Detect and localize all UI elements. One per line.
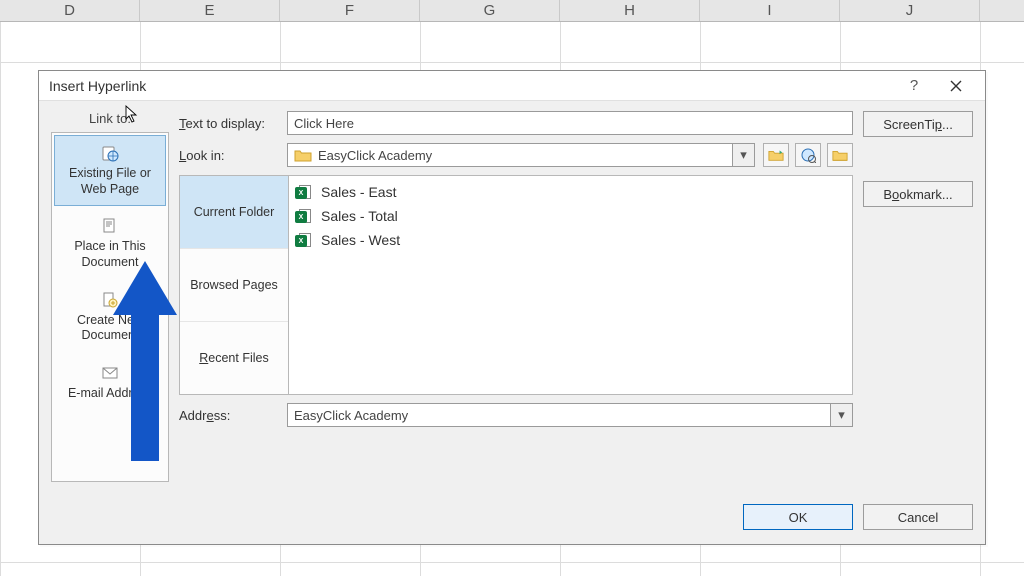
folder-icon — [294, 148, 312, 162]
linkto-existing-file-or-web-page[interactable]: Existing File or Web Page — [54, 135, 166, 206]
linkto-email-address[interactable]: E-mail Address — [54, 355, 166, 411]
chevron-down-icon[interactable]: ▾ — [732, 144, 754, 166]
tab-browsed-pages[interactable]: Browsed Pages — [180, 249, 288, 322]
column-header[interactable]: J — [840, 0, 980, 21]
excel-file-icon: X — [295, 207, 313, 225]
link-to-list: Existing File or Web Page Place in This … — [51, 132, 169, 482]
column-header[interactable]: D — [0, 0, 140, 21]
column-header-row: D E F G H I J — [0, 0, 1024, 22]
linkto-label: E-mail Address — [68, 386, 152, 402]
browse-web-button[interactable] — [795, 143, 821, 167]
excel-file-icon: X — [295, 183, 313, 201]
column-header[interactable]: I — [700, 0, 840, 21]
address-label: Address: — [179, 408, 279, 423]
screentip-button[interactable]: ScreenTip... — [863, 111, 973, 137]
file-item[interactable]: X Sales - Total — [295, 204, 846, 228]
file-item-label: Sales - West — [321, 232, 400, 248]
file-item-label: Sales - Total — [321, 208, 398, 224]
email-icon — [101, 364, 119, 382]
chevron-down-icon[interactable]: ▾ — [830, 404, 852, 426]
cancel-button[interactable]: Cancel — [863, 504, 973, 530]
column-header[interactable]: F — [280, 0, 420, 21]
linkto-label: Existing File or Web Page — [59, 166, 161, 197]
linkto-place-in-this-document[interactable]: Place in This Document — [54, 208, 166, 279]
help-button[interactable]: ? — [893, 71, 935, 101]
column-header[interactable]: E — [140, 0, 280, 21]
dialog-title: Insert Hyperlink — [49, 78, 893, 94]
file-list[interactable]: X Sales - East X Sales - Total X Sales -… — [289, 175, 853, 395]
excel-file-icon: X — [295, 231, 313, 249]
new-doc-icon — [101, 291, 119, 309]
linkto-create-new-document[interactable]: Create New Document — [54, 282, 166, 353]
column-header[interactable]: G — [420, 0, 560, 21]
look-in-combo[interactable]: EasyClick Academy ▾ — [287, 143, 755, 167]
dialog-titlebar: Insert Hyperlink ? — [39, 71, 985, 101]
insert-hyperlink-dialog: Insert Hyperlink ? Link to: Existing Fil… — [38, 70, 986, 545]
tab-current-folder[interactable]: Current Folder — [180, 176, 288, 249]
linkto-label: Create New Document — [59, 313, 161, 344]
up-one-level-button[interactable] — [763, 143, 789, 167]
column-header[interactable]: H — [560, 0, 700, 21]
text-to-display-label: Text to display: — [179, 116, 279, 131]
address-combo[interactable]: EasyClick Academy ▾ — [287, 403, 853, 427]
address-value: EasyClick Academy — [294, 408, 408, 423]
web-file-icon — [101, 144, 119, 162]
ok-button[interactable]: OK — [743, 504, 853, 530]
text-to-display-input[interactable] — [287, 111, 853, 135]
look-in-value: EasyClick Academy — [318, 148, 432, 163]
place-doc-icon — [101, 217, 119, 235]
browse-file-button[interactable] — [827, 143, 853, 167]
close-button[interactable] — [935, 71, 977, 101]
subfolder-tabs: Current Folder Browsed Pages Recent File… — [179, 175, 289, 395]
file-item[interactable]: X Sales - East — [295, 180, 846, 204]
linkto-label: Place in This Document — [59, 239, 161, 270]
file-item-label: Sales - East — [321, 184, 396, 200]
file-item[interactable]: X Sales - West — [295, 228, 846, 252]
look-in-label: Look in: — [179, 148, 279, 163]
bookmark-button[interactable]: Bookmark... — [863, 181, 973, 207]
tab-recent-files[interactable]: Recent Files — [180, 322, 288, 394]
cursor-icon — [125, 105, 139, 123]
